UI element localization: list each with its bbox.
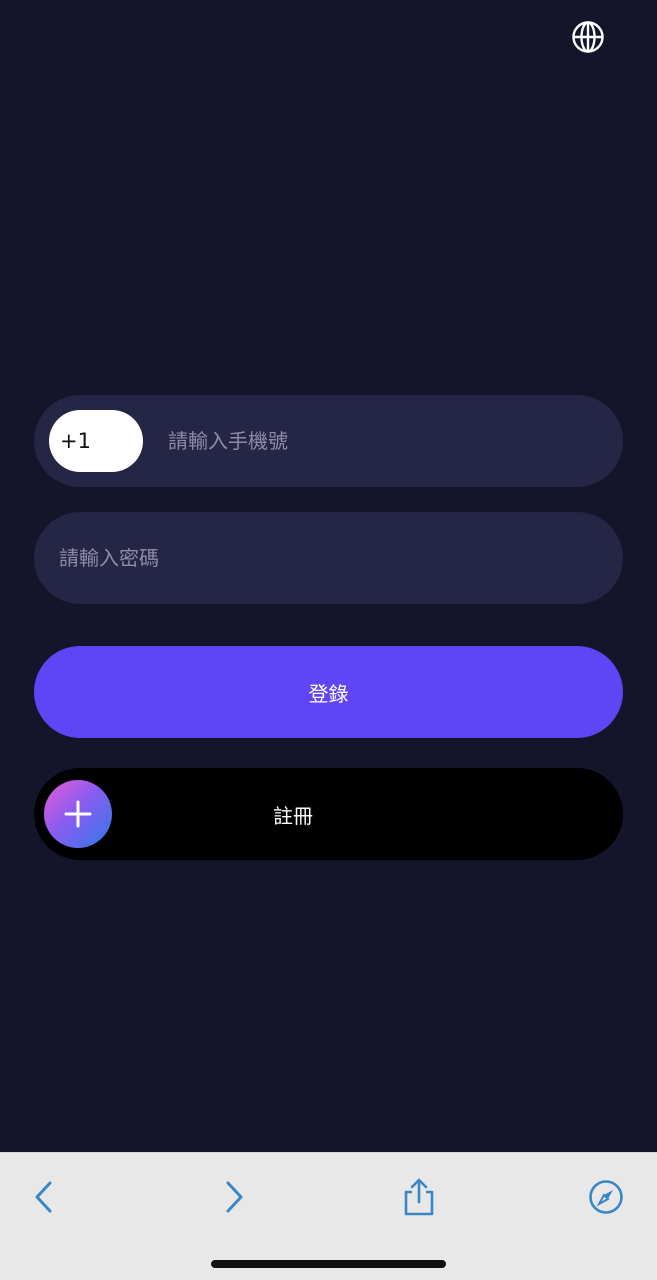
login-button-label: 登錄 — [308, 681, 349, 706]
chevron-right-icon — [226, 1181, 243, 1213]
register-button-label: 註冊 — [273, 803, 313, 828]
phone-field: +1 — [34, 395, 623, 487]
language-button[interactable] — [570, 19, 606, 55]
login-button[interactable]: 登錄 — [34, 646, 623, 738]
country-code-selector[interactable]: +1 — [49, 410, 143, 472]
chevron-left-icon — [35, 1181, 52, 1213]
forward-button[interactable] — [212, 1175, 256, 1219]
globe-icon — [572, 21, 604, 53]
share-button[interactable] — [397, 1175, 441, 1219]
back-button[interactable] — [22, 1175, 66, 1219]
compass-icon — [589, 1180, 623, 1214]
country-code-value: +1 — [60, 429, 91, 453]
password-input[interactable] — [59, 512, 599, 604]
home-indicator — [211, 1260, 446, 1268]
password-field — [34, 512, 623, 604]
register-button[interactable]: 註冊 — [34, 768, 623, 860]
compass-button[interactable] — [584, 1175, 628, 1219]
share-icon — [404, 1178, 434, 1216]
phone-input[interactable] — [168, 395, 608, 487]
login-screen: +1 登錄 註冊 — [0, 0, 657, 1152]
